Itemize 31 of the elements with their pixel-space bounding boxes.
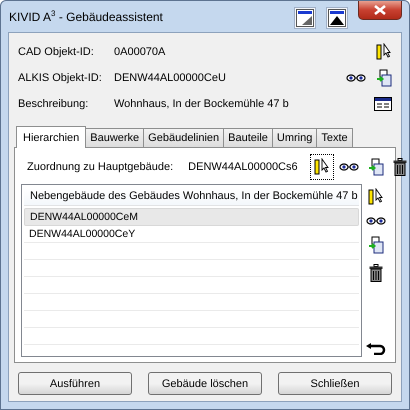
field-label: Beschreibung:	[18, 98, 90, 110]
tab[interactable]: Bauteile	[223, 128, 273, 147]
list-item[interactable]: DENW44AL00000CeM	[24, 208, 359, 226]
field-value: 0A00070A	[114, 46, 166, 58]
dialog-button[interactable]: Ausführen	[18, 372, 132, 395]
assignment-value: DENW44AL00000Cs6	[188, 161, 298, 173]
collapse-button[interactable]	[326, 7, 348, 29]
field-label: CAD Objekt-ID:	[18, 46, 95, 58]
dialog-button[interactable]: Schließen	[278, 372, 392, 395]
form-icon[interactable]	[372, 95, 394, 113]
field-label: ALKIS Objekt-ID:	[18, 72, 103, 84]
list-item[interactable]: DENW44AL00000CeY	[24, 226, 359, 243]
tab[interactable]: Gebäudelinien	[143, 128, 224, 147]
window-icon	[296, 9, 314, 27]
close-icon	[374, 5, 386, 15]
copy-icon[interactable]	[366, 234, 386, 256]
select-icon[interactable]	[310, 154, 334, 180]
tab[interactable]: Hierarchien	[16, 126, 86, 148]
pin-button[interactable]	[294, 7, 316, 29]
dialog-button[interactable]: Gebäude löschen	[148, 372, 262, 395]
tab[interactable]: Texte	[316, 128, 353, 147]
copy-icon[interactable]	[374, 67, 394, 89]
tab[interactable]: Umring	[272, 128, 318, 147]
tab[interactable]: Bauwerke	[85, 128, 144, 147]
undo-icon[interactable]	[364, 341, 388, 357]
assignment-label: Zuordnung zu Hauptgebäude:	[27, 161, 174, 173]
window-title: KIVID A$^{3}$ - Gebäudeassistent	[8, 9, 163, 24]
close-button[interactable]	[358, 1, 402, 20]
field-value: Wohnhaus, In der Bockemühle 47 b	[114, 98, 290, 110]
trash-icon[interactable]	[367, 262, 385, 284]
field-value: DENW44AL00000CeU	[114, 72, 227, 84]
